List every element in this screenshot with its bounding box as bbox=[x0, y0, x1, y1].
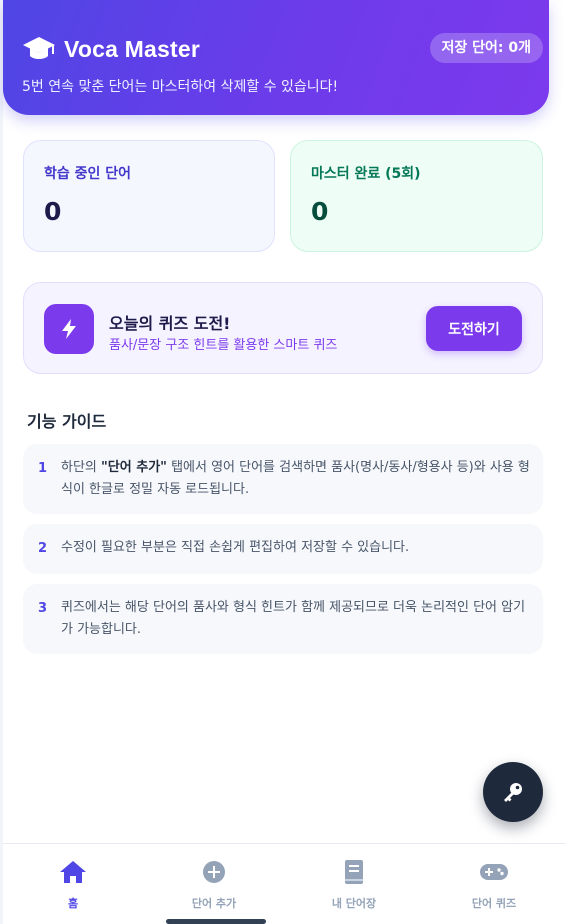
nav-label-my-wordbook: 내 단어장 bbox=[331, 897, 377, 910]
book-icon bbox=[339, 858, 369, 886]
learning-words-count: 0 bbox=[44, 197, 62, 226]
nav-item-home[interactable]: 홈 bbox=[3, 844, 143, 924]
guide-number: 2 bbox=[38, 541, 48, 556]
nav-label-word-quiz: 단어 퀴즈 bbox=[471, 897, 517, 910]
learning-words-card[interactable]: 학습 중인 단어 0 bbox=[23, 140, 275, 252]
plus-circle-icon bbox=[199, 858, 229, 886]
mastered-words-card[interactable]: 마스터 완료 (5회) 0 bbox=[290, 140, 543, 252]
home-indicator bbox=[166, 919, 266, 924]
guide-number: 1 bbox=[38, 461, 48, 476]
guide-text: 수정이 필요한 부분은 직접 손쉽게 편집하여 저장할 수 있습니다. bbox=[61, 540, 410, 555]
bottom-nav: 홈 단어 추가 내 단어장 단어 퀴즈 bbox=[3, 843, 566, 924]
nav-item-word-quiz[interactable]: 단어 퀴즈 bbox=[424, 844, 564, 924]
challenge-button[interactable]: 도전하기 bbox=[426, 306, 522, 351]
key-icon bbox=[504, 783, 522, 802]
gamepad-icon bbox=[479, 858, 509, 886]
mastered-words-count: 0 bbox=[311, 197, 329, 226]
guide-text: 하단의 "단어 추가" 탭에서 영어 단어를 검색하면 품사(명사/동사/형용사… bbox=[61, 457, 531, 501]
key-fab-button[interactable] bbox=[483, 762, 543, 822]
header-subtitle: 5번 연속 맞춘 단어는 마스터하여 삭제할 수 있습니다! bbox=[22, 79, 339, 95]
guide-text-part: 하단의 bbox=[61, 460, 102, 475]
app-header: Voca Master 저장 단어: 0개 5번 연속 맞춘 단어는 마스터하여… bbox=[3, 0, 549, 115]
learning-words-label: 학습 중인 단어 bbox=[44, 166, 132, 182]
home-icon bbox=[58, 858, 88, 886]
lightning-bolt-icon bbox=[44, 304, 94, 354]
nav-label-home: 홈 bbox=[67, 897, 79, 910]
quiz-title: 오늘의 퀴즈 도전! bbox=[109, 314, 231, 333]
guide-item: 2 수정이 필요한 부분은 직접 손쉽게 편집하여 저장할 수 있습니다. bbox=[23, 524, 543, 574]
mastered-words-label: 마스터 완료 (5회) bbox=[311, 166, 421, 182]
app-screen: Voca Master 저장 단어: 0개 5번 연속 맞춘 단어는 마스터하여… bbox=[0, 0, 566, 924]
app-title: Voca Master bbox=[64, 35, 200, 62]
guide-text-highlight: "단어 추가" bbox=[101, 460, 167, 475]
guide-title: 기능 가이드 bbox=[27, 412, 107, 431]
guide-text: 퀴즈에서는 해당 단어의 품사와 형식 힌트가 함께 제공되므로 더욱 논리적인… bbox=[61, 600, 526, 637]
nav-label-add-word: 단어 추가 bbox=[191, 897, 237, 910]
guide-number: 3 bbox=[38, 601, 48, 616]
graduation-cap-icon bbox=[23, 37, 55, 59]
quiz-subtitle: 품사/문장 구조 힌트를 활용한 스마트 퀴즈 bbox=[109, 338, 338, 353]
brand: Voca Master bbox=[22, 34, 200, 64]
daily-quiz-card: 오늘의 퀴즈 도전! 품사/문장 구조 힌트를 활용한 스마트 퀴즈 도전하기 bbox=[23, 282, 543, 374]
nav-item-add-word[interactable]: 단어 추가 bbox=[144, 844, 284, 924]
guide-item: 1 하단의 "단어 추가" 탭에서 영어 단어를 검색하면 품사(명사/동사/형… bbox=[23, 444, 543, 514]
guide-item: 3 퀴즈에서는 해당 단어의 품사와 형식 힌트가 함께 제공되므로 더욱 논리… bbox=[23, 584, 543, 654]
nav-item-my-wordbook[interactable]: 내 단어장 bbox=[284, 844, 424, 924]
saved-words-badge: 저장 단어: 0개 bbox=[429, 33, 543, 63]
window-edge bbox=[0, 0, 3, 924]
